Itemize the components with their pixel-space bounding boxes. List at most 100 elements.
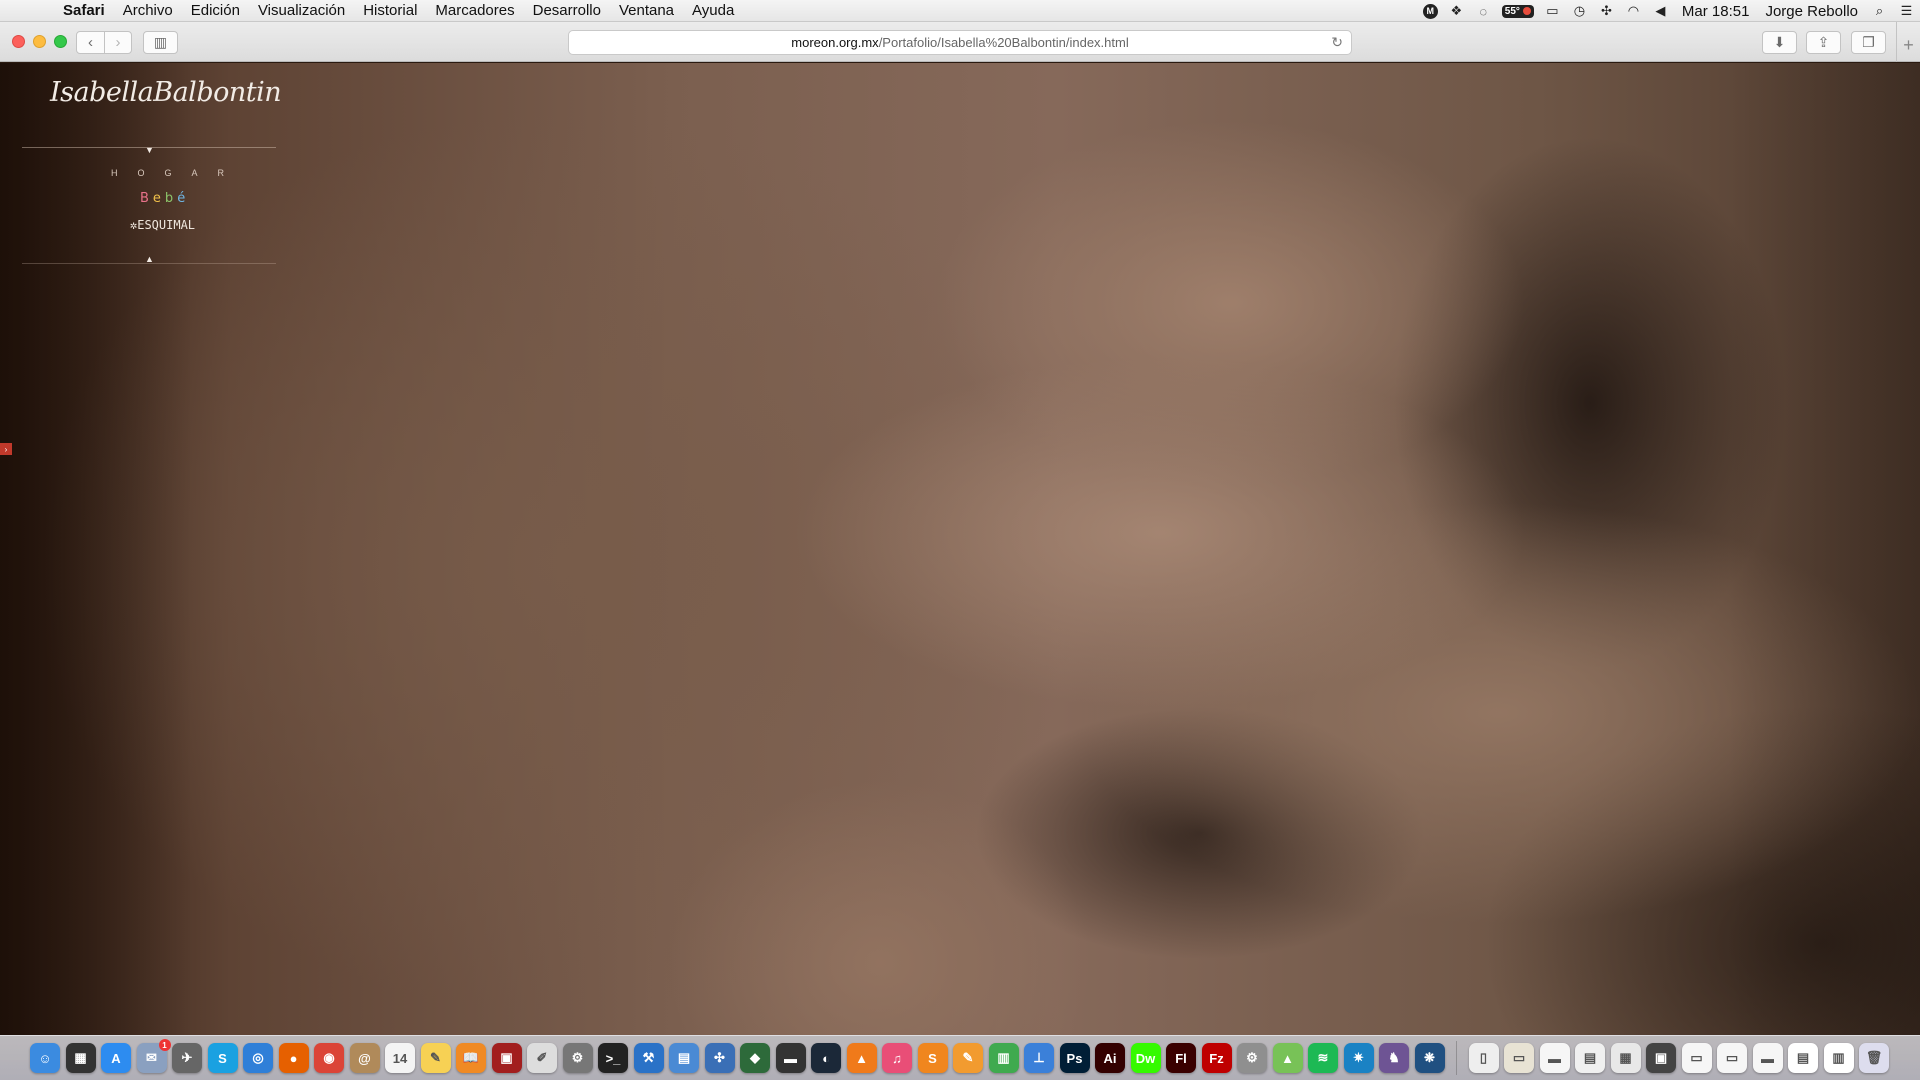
filezilla-icon[interactable]: Fz <box>1201 1043 1232 1073</box>
stack-2-icon[interactable]: ▭ <box>1504 1043 1534 1073</box>
menu-safari[interactable]: Safari <box>54 0 114 22</box>
xcode-icon[interactable]: ⚒ <box>633 1043 664 1073</box>
bluetooth-icon[interactable]: ✣ <box>1598 3 1615 19</box>
sourcetree-icon[interactable]: ✷ <box>1343 1043 1374 1073</box>
numbers-icon[interactable]: ▥ <box>988 1043 1019 1073</box>
spotify-icon[interactable]: ≋ <box>1308 1043 1338 1073</box>
pages-icon[interactable]: ✎ <box>953 1043 983 1073</box>
stack-9-icon[interactable]: ▬ <box>1752 1043 1783 1073</box>
clock[interactable]: Mar 18:51 <box>1674 3 1758 20</box>
downloads-button[interactable]: ⬇ <box>1762 31 1797 54</box>
stack-5-icon[interactable]: ▦ <box>1610 1043 1641 1073</box>
trash-icon[interactable]: 🗑 <box>1859 1043 1889 1073</box>
fullscreen-window-button[interactable] <box>54 35 67 48</box>
dropbox-icon[interactable]: ❖ <box>1448 3 1465 19</box>
forward-button[interactable]: › <box>104 32 131 53</box>
stack-7-icon[interactable]: ▭ <box>1681 1043 1712 1073</box>
stack-4-icon[interactable]: ▤ <box>1575 1043 1605 1073</box>
stack-10-icon[interactable]: ▤ <box>1788 1043 1818 1073</box>
vlc-player-icon[interactable]: ▲ <box>846 1043 877 1073</box>
steam-icon[interactable]: ◐ <box>811 1043 841 1073</box>
menu-marcadores[interactable]: Marcadores <box>426 0 523 22</box>
console-icon[interactable]: ▬ <box>775 1043 806 1073</box>
network-utility-icon[interactable]: ✣ <box>704 1043 735 1073</box>
firefox-icon[interactable]: ● <box>278 1043 309 1073</box>
skype-icon[interactable]: S <box>207 1043 238 1073</box>
nav-link-esquimal[interactable]: ✲ESQUIMAL <box>130 218 195 232</box>
android-studio-icon[interactable]: ▲ <box>1272 1043 1303 1073</box>
mission-control-icon[interactable]: ▦ <box>65 1043 96 1073</box>
stack-1-icon[interactable]: ▯ <box>1468 1043 1499 1073</box>
menu-edicion[interactable]: Edición <box>182 0 249 22</box>
spotlight-search-icon[interactable]: ⌕ <box>1871 3 1888 19</box>
github-icon[interactable]: ♞ <box>1379 1043 1409 1073</box>
illustrator-icon[interactable]: Ai <box>1095 1043 1125 1073</box>
tabs-overview-button[interactable]: ❐ <box>1851 31 1886 54</box>
dock: ☺ ▦ A ✉ 1 ✈ S ◎ ● ◉ @14 ✎ 📖 ▣ ✐ ⚙ >_ ⚒ ▤ ✣ ◆ ▬ ◐ ▲ ♫ S ✎ ▥ ⊥ Ps Ai Dw Fl… <box>0 1035 1920 1080</box>
sync-icon[interactable]: ◌ <box>1475 4 1492 19</box>
url-host: moreon.org.mx <box>791 35 879 50</box>
share-button[interactable]: ⇪ <box>1806 31 1841 54</box>
stack-8-icon[interactable]: ▭ <box>1717 1043 1747 1073</box>
close-window-button[interactable] <box>12 35 25 48</box>
preview-icon[interactable]: ▤ <box>669 1043 699 1073</box>
notes-icon[interactable]: ✎ <box>420 1043 451 1073</box>
collapse-arrow-up-icon[interactable]: ▲ <box>145 254 154 264</box>
wifi-icon[interactable]: ◠ <box>1625 3 1642 19</box>
minimize-window-button[interactable] <box>33 35 46 48</box>
keynote-icon[interactable]: ⊥ <box>1024 1043 1054 1073</box>
vlc-icon[interactable]: ◆ <box>740 1043 770 1073</box>
time-machine-icon[interactable]: ◷ <box>1571 3 1588 19</box>
reload-icon[interactable]: ↻ <box>1331 34 1343 51</box>
collapse-arrow-down-icon[interactable]: ▼ <box>145 145 154 155</box>
nav-link-bebe[interactable]: Bebé <box>140 191 189 206</box>
mail-app-icon[interactable]: ✉ 1 <box>136 1039 171 1073</box>
menu-visualizacion[interactable]: Visualización <box>249 0 354 22</box>
photoshop-icon[interactable]: Ps <box>1059 1043 1090 1073</box>
sidebar-toggle-button[interactable]: ▥ <box>143 31 178 54</box>
notification-center-icon[interactable]: ☰ <box>1898 3 1915 19</box>
sourcetree-alt-icon[interactable]: ❋ <box>1414 1043 1445 1073</box>
volume-icon[interactable]: ◀ <box>1652 3 1669 19</box>
menu-desarrollo[interactable]: Desarrollo <box>524 0 610 22</box>
nav-link-hogar[interactable]: HOGAR <box>111 168 244 178</box>
stack-6-icon[interactable]: ▣ <box>1646 1043 1676 1073</box>
menu-archivo[interactable]: Archivo <box>114 0 182 22</box>
automator-icon[interactable]: ⚙ <box>1237 1043 1267 1073</box>
itunes-icon[interactable]: ♫ <box>882 1043 912 1073</box>
address-bar[interactable]: moreon.org.mx/Portafolio/Isabella%20Balb… <box>568 30 1352 55</box>
back-button[interactable]: ‹ <box>77 32 104 53</box>
menu-ventana[interactable]: Ventana <box>610 0 683 22</box>
new-tab-button[interactable]: + <box>1896 22 1920 62</box>
dreamweaver-icon[interactable]: Dw <box>1130 1043 1161 1073</box>
calendar-icon[interactable]: 14 <box>385 1043 415 1073</box>
share-icon: ⇪ <box>1817 34 1830 50</box>
stack-11-icon[interactable]: ▥ <box>1823 1043 1854 1073</box>
menu-historial[interactable]: Historial <box>354 0 426 22</box>
logo[interactable]: IsabellaBalbontin <box>50 77 282 127</box>
temperature-value: 55° <box>1504 5 1520 17</box>
photo-booth-icon[interactable]: ▣ <box>491 1043 522 1073</box>
temperature-monitor[interactable]: 55° <box>1501 4 1534 18</box>
stack-3-icon[interactable]: ▬ <box>1539 1043 1570 1073</box>
ibooks-icon[interactable]: 📖 <box>456 1043 486 1073</box>
system-preferences-icon[interactable]: ⚙ <box>562 1043 593 1073</box>
airplay-icon[interactable]: ▭ <box>1544 3 1561 19</box>
contacts-icon[interactable]: @ <box>349 1043 380 1073</box>
window-controls <box>12 35 67 48</box>
menu-ayuda[interactable]: Ayuda <box>683 0 743 22</box>
safari-app-icon[interactable]: ◎ <box>243 1043 273 1073</box>
sublime-text-icon[interactable]: S <box>917 1043 948 1073</box>
menu-bar: Safari Archivo Edición Visualización His… <box>0 0 1920 22</box>
side-tab-icon[interactable]: › <box>0 443 12 455</box>
script-editor-icon[interactable]: ✐ <box>527 1043 557 1073</box>
user-name[interactable]: Jorge Rebollo <box>1757 3 1866 20</box>
m-app-icon[interactable]: M <box>1422 3 1438 19</box>
launchpad-icon[interactable]: ✈ <box>172 1043 202 1073</box>
terminal-icon[interactable]: >_ <box>598 1043 628 1073</box>
app-store-icon[interactable]: A <box>101 1043 131 1073</box>
temperature-indicator-icon <box>1522 7 1531 15</box>
flash-icon[interactable]: Fl <box>1166 1043 1196 1073</box>
chrome-icon[interactable]: ◉ <box>314 1043 344 1073</box>
finder-icon[interactable]: ☺ <box>30 1043 60 1073</box>
